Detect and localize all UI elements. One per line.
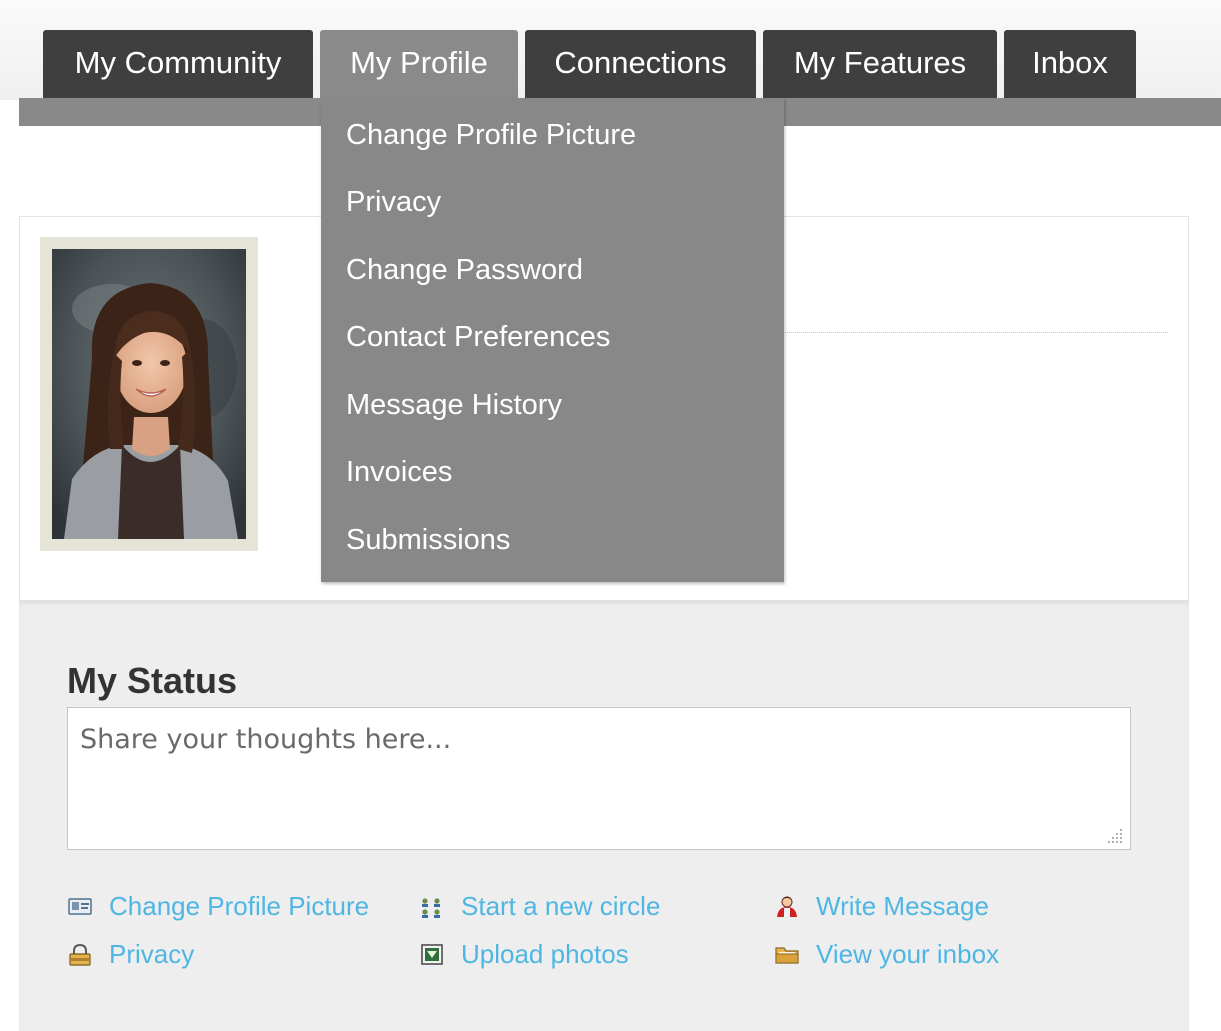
menu-item-message-history[interactable]: Message History (346, 388, 562, 422)
tab-my-community[interactable]: My Community (43, 30, 313, 98)
menu-item-change-profile-picture[interactable]: Change Profile Picture (346, 118, 636, 152)
link-label: Write Message (816, 891, 989, 921)
link-privacy[interactable]: Privacy (67, 939, 194, 970)
main-nav: My Community My Profile Connections My F… (43, 30, 1136, 98)
menu-item-privacy[interactable]: Privacy (346, 185, 441, 219)
menu-item-change-password[interactable]: Change Password (346, 253, 583, 287)
person-icon (774, 895, 802, 919)
profile-photo-image (52, 249, 246, 539)
circle-dots-icon (419, 895, 447, 919)
photo-icon (419, 943, 447, 967)
menu-item-contact-preferences[interactable]: Contact Preferences (346, 320, 610, 354)
profile-photo-frame (40, 237, 258, 551)
profile-dropdown-menu: Change Profile Picture Privacy Change Pa… (321, 98, 784, 582)
divider (782, 332, 1168, 333)
lock-icon (67, 943, 95, 967)
resize-grip-icon[interactable] (1106, 827, 1124, 845)
link-upload-photos[interactable]: Upload photos (419, 939, 629, 970)
status-input[interactable] (67, 707, 1131, 850)
folder-icon (774, 943, 802, 967)
profile-photo[interactable] (52, 249, 246, 539)
link-label: View your inbox (816, 939, 1000, 969)
tab-inbox[interactable]: Inbox (1004, 30, 1136, 98)
link-change-profile-picture[interactable]: Change Profile Picture (67, 891, 369, 922)
status-title: My Status (67, 660, 238, 701)
tab-my-features[interactable]: My Features (763, 30, 997, 98)
tab-connections[interactable]: Connections (525, 30, 756, 98)
menu-item-submissions[interactable]: Submissions (346, 523, 510, 557)
link-view-inbox[interactable]: View your inbox (774, 939, 999, 970)
link-start-new-circle[interactable]: Start a new circle (419, 891, 660, 922)
link-write-message[interactable]: Write Message (774, 891, 989, 922)
link-label: Upload photos (461, 939, 629, 969)
link-label: Privacy (109, 939, 195, 969)
link-label: Change Profile Picture (109, 891, 370, 921)
menu-item-invoices[interactable]: Invoices (346, 455, 452, 489)
link-label: Start a new circle (461, 891, 661, 921)
tab-my-profile[interactable]: My Profile (320, 30, 518, 98)
id-card-icon (67, 895, 95, 919)
